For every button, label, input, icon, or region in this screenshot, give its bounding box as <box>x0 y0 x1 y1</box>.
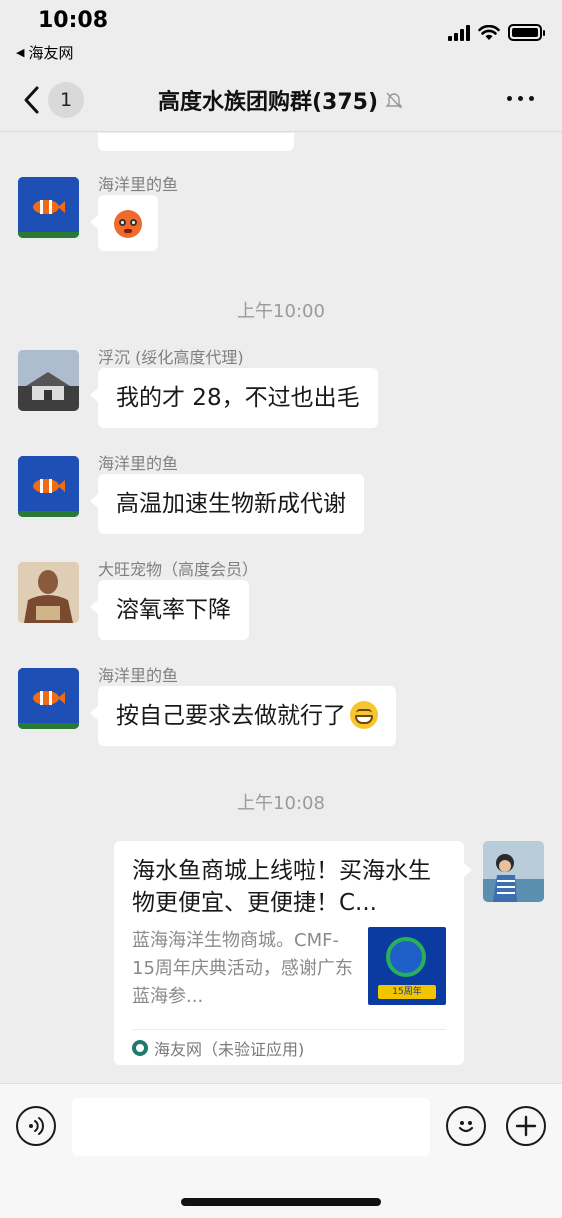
link-card-thumbnail: 15周年 <box>368 927 446 1005</box>
link-card[interactable]: 海水鱼商城上线啦！买海水生物更便宜、更便捷！C... 蓝海海洋生物商城。CMF-… <box>114 841 472 1065</box>
thumbnail-label: 15周年 <box>378 985 436 999</box>
message-bubble[interactable]: 高温加速生物新成代谢 <box>90 474 364 534</box>
flushed-face-emoji-icon <box>114 209 142 238</box>
status-icons <box>448 24 545 41</box>
home-indicator[interactable] <box>181 1198 381 1206</box>
message-bubble[interactable]: 溶氧率下降 <box>90 580 249 640</box>
signal-icon <box>448 24 470 41</box>
child-photo-avatar[interactable] <box>483 841 544 902</box>
temple-avatar[interactable] <box>18 350 79 411</box>
smiley-icon <box>458 1121 474 1133</box>
sender-name: 海洋里的鱼 <box>98 175 179 194</box>
mute-bell-icon <box>385 92 403 109</box>
wifi-icon <box>478 24 500 40</box>
timestamp: 上午10:00 <box>237 301 325 322</box>
partial-message-bubble <box>98 133 294 151</box>
chat-title: 高度水族团购群(375) <box>157 90 379 115</box>
voice-input-button[interactable] <box>16 1106 56 1146</box>
back-triangle-icon: ◀ <box>16 46 25 59</box>
plus-icon <box>515 1115 537 1137</box>
grin-emoji-icon <box>350 701 378 729</box>
clownfish-avatar[interactable] <box>18 456 79 517</box>
battery-icon <box>508 24 545 41</box>
timestamp: 上午10:08 <box>237 793 325 814</box>
chat-title-wrap: 高度水族团购群(375) <box>0 84 562 116</box>
sender-name: 海洋里的鱼 <box>98 666 179 685</box>
message-text: 按自己要求去做就行了 <box>116 703 346 729</box>
link-card-description: 蓝海海洋生物商城。CMF-15周年庆典活动，感谢广东蓝海参... <box>132 930 353 1007</box>
back-app-label: 海友网 <box>28 44 74 62</box>
clownfish-avatar[interactable] <box>18 177 79 238</box>
muscle-man-avatar[interactable] <box>18 562 79 623</box>
more-options-icon[interactable] <box>507 96 534 101</box>
status-bar: 10:08 ◀ 海友网 <box>0 0 562 68</box>
chat-header: 1 高度水族团购群(375) <box>0 68 562 132</box>
link-card-title: 海水鱼商城上线啦！买海水生物更便宜、更便捷！C... <box>132 858 431 916</box>
sender-name: 大旺宠物（高度会员） <box>98 560 259 579</box>
sender-name: 浮沉 (绥化高度代理) <box>98 348 244 367</box>
message-bubble[interactable]: 按自己要求去做就行了 <box>90 686 396 746</box>
message-bubble[interactable]: 我的才 28，不过也出毛 <box>90 368 378 428</box>
back-to-app-link[interactable]: ◀ 海友网 <box>16 42 73 63</box>
link-card-source-label: 海友网（未验证应用) <box>154 1039 305 1059</box>
voice-icon <box>29 1117 44 1135</box>
message-bubble[interactable] <box>90 195 158 251</box>
message-input[interactable] <box>72 1098 430 1156</box>
status-time: 10:08 <box>38 8 109 33</box>
sender-name: 海洋里的鱼 <box>98 454 179 473</box>
emoji-button[interactable] <box>446 1106 486 1146</box>
link-card-source: 海友网（未验证应用) <box>132 1029 446 1065</box>
more-functions-button[interactable] <box>506 1106 546 1146</box>
chat-message-list[interactable]: 海洋里的鱼 上午10:00 浮沉 (绥化高度代理) 我的才 28，不过也出毛 海… <box>0 133 562 1083</box>
clownfish-avatar[interactable] <box>18 668 79 729</box>
app-source-icon <box>132 1039 148 1056</box>
